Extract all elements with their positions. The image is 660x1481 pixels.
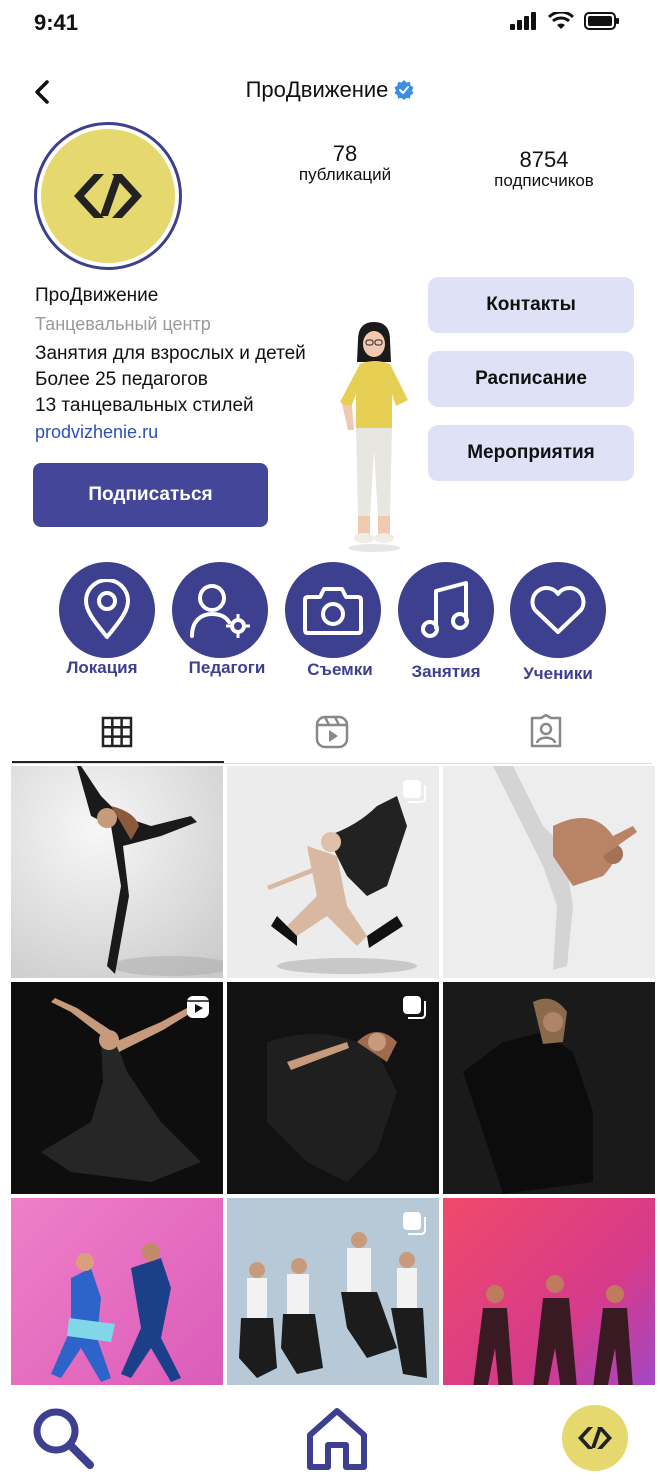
camera-icon xyxy=(303,587,363,635)
dancer-photo xyxy=(11,1198,223,1410)
brand-logo-icon xyxy=(74,174,142,218)
bio-line: Занятия для взрослых и детей xyxy=(35,343,306,364)
active-tab-indicator xyxy=(12,761,224,763)
heart-icon xyxy=(530,586,586,634)
avatar-logo xyxy=(41,129,175,263)
highlight-label: Педагоги xyxy=(188,658,266,677)
character-illustration xyxy=(340,322,408,552)
posts-label: публикаций xyxy=(298,165,392,184)
subscribe-button[interactable]: Подписаться xyxy=(33,463,268,527)
status-time: 9:41 xyxy=(34,10,79,35)
highlight-photoshoots[interactable] xyxy=(285,562,381,658)
verified-badge-icon xyxy=(394,80,414,101)
bottom-nav xyxy=(0,1385,660,1481)
highlight-students[interactable] xyxy=(510,562,606,658)
music-note-icon xyxy=(421,581,469,638)
followers-stat[interactable]: 8754 подписчиков xyxy=(474,148,614,190)
grid-post[interactable] xyxy=(227,1198,439,1410)
multi-post-icon xyxy=(403,1212,426,1235)
bio-line: 13 танцевальных стилей xyxy=(35,395,254,416)
grid-post[interactable] xyxy=(443,766,655,978)
grid-post[interactable] xyxy=(11,766,223,978)
bio-name: ПроДвижение xyxy=(35,285,159,306)
search-icon[interactable] xyxy=(30,1405,96,1471)
highlight-label: Локация xyxy=(66,658,138,677)
highlight-teachers[interactable] xyxy=(172,562,268,658)
reels-tab-icon[interactable] xyxy=(314,714,350,750)
bio-line: Более 25 педагогов xyxy=(35,369,208,390)
highlight-classes[interactable] xyxy=(398,562,494,658)
followers-count: 8754 xyxy=(519,147,569,172)
wifi-icon xyxy=(548,12,574,29)
dancer-photo xyxy=(443,1198,655,1410)
posts-count: 78 xyxy=(332,141,358,166)
highlight-label: Съемки xyxy=(307,660,373,679)
page-title-text: ПроДвижение xyxy=(245,77,389,103)
grid-post[interactable] xyxy=(443,1198,655,1410)
profile-avatar[interactable] xyxy=(34,122,182,270)
grid-post[interactable] xyxy=(11,982,223,1194)
battery-icon xyxy=(584,12,619,30)
highlight-label: Ученики xyxy=(523,664,593,683)
tagged-tab-icon[interactable] xyxy=(528,714,564,750)
status-icons xyxy=(510,12,620,30)
followers-label: подписчиков xyxy=(494,171,594,190)
home-icon[interactable] xyxy=(302,1405,372,1471)
brand-logo-icon xyxy=(578,1427,612,1449)
events-button[interactable]: Мероприятия xyxy=(428,425,634,481)
grid-tab-icon[interactable] xyxy=(99,714,135,750)
profile-nav-avatar[interactable] xyxy=(562,1405,628,1471)
grid-post[interactable] xyxy=(227,766,439,978)
dancer-photo xyxy=(443,766,655,978)
dancer-photo xyxy=(443,982,655,1194)
reel-post-icon xyxy=(187,996,209,1018)
location-pin-icon xyxy=(84,579,130,639)
highlight-label: Занятия xyxy=(411,662,481,681)
tab-divider xyxy=(12,763,652,764)
grid-post[interactable] xyxy=(443,982,655,1194)
user-settings-icon xyxy=(190,584,250,638)
grid-post[interactable] xyxy=(11,1198,223,1410)
multi-post-icon xyxy=(403,996,426,1019)
bio-website-link[interactable]: prodvizhenie.ru xyxy=(35,422,158,443)
bio-category: Танцевальный центр xyxy=(35,314,211,334)
dancer-photo xyxy=(11,766,223,978)
schedule-button[interactable]: Расписание xyxy=(428,351,634,407)
grid-post[interactable] xyxy=(227,982,439,1194)
multi-post-icon xyxy=(403,780,426,803)
highlight-location[interactable] xyxy=(59,562,155,658)
posts-stat[interactable]: 78 публикаций xyxy=(280,142,410,184)
page-title: ПроДвижение xyxy=(0,76,660,103)
signal-icon xyxy=(510,12,536,30)
contacts-button[interactable]: Контакты xyxy=(428,277,634,333)
